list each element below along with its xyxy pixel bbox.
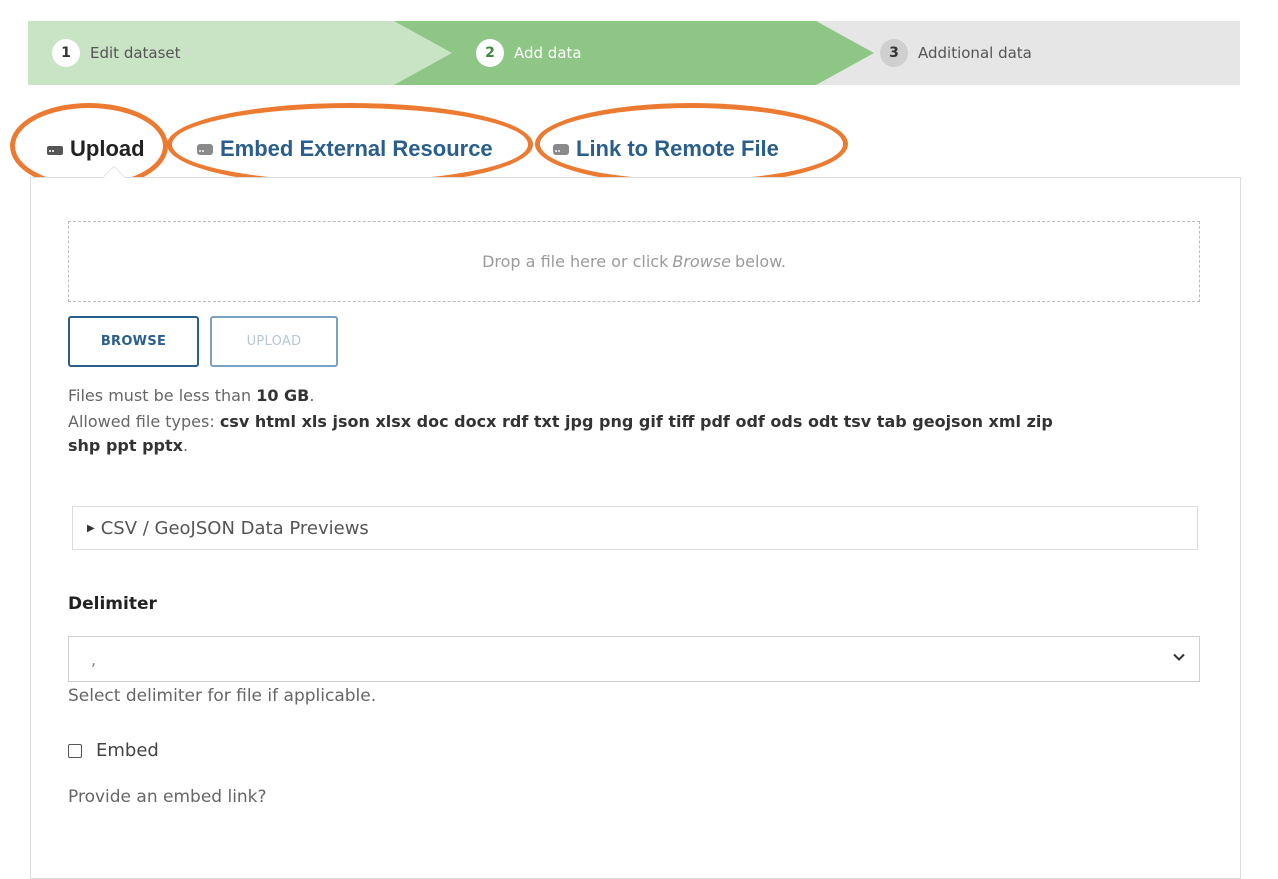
step-wizard: 1 Edit dataset 2 Add data 3 Additional d…	[28, 21, 1240, 85]
chevron-down-icon	[1173, 653, 1185, 661]
embed-hint: Provide an embed link?	[68, 787, 267, 807]
embed-option: Embed	[68, 740, 159, 761]
embed-label: Embed	[96, 740, 159, 761]
types-suffix: .	[182, 436, 189, 455]
file-dropzone[interactable]: Drop a file here or click Browse below.	[68, 221, 1200, 302]
delimiter-label: Delimiter	[68, 594, 157, 614]
size-suffix: .	[309, 386, 315, 405]
step-edit-dataset[interactable]: 1 Edit dataset	[28, 21, 458, 85]
size-prefix: Files must be less than	[68, 386, 252, 405]
size-value: 10 GB	[256, 386, 310, 405]
step-number: 2	[476, 39, 504, 67]
delimiter-select[interactable]: ,	[68, 636, 1200, 682]
delimiter-hint: Select delimiter for file if applicable.	[68, 686, 377, 706]
dropzone-browse-emphasis: Browse	[672, 252, 731, 271]
embed-checkbox[interactable]	[68, 743, 82, 758]
dropzone-text: Drop a file here or click	[482, 252, 669, 271]
annotation-circle-link	[535, 103, 848, 185]
active-tab-caret	[102, 166, 126, 178]
step-number: 1	[52, 39, 80, 67]
step-number: 3	[880, 39, 908, 67]
browse-button[interactable]: BROWSE	[68, 316, 199, 367]
data-previews-toggle[interactable]: ▶ CSV / GeoJSON Data Previews	[72, 506, 1198, 550]
types-prefix: Allowed file types:	[68, 412, 215, 431]
step-add-data[interactable]: 2 Add data	[394, 21, 874, 85]
preview-label: CSV / GeoJSON Data Previews	[100, 517, 369, 539]
annotation-circle-embed	[167, 103, 533, 186]
caret-right-icon: ▶	[87, 522, 95, 534]
step-label: Add data	[514, 44, 582, 62]
step-additional-data[interactable]: 3 Additional data	[850, 21, 1240, 85]
types-list-continued: shp ppt pptx	[68, 436, 183, 455]
file-size-limit: Files must be less than 10 GB.	[68, 384, 314, 408]
allowed-file-types: Allowed file types: csv html xls json xl…	[68, 410, 1208, 458]
dropzone-text-end: below.	[734, 252, 786, 271]
step-label: Edit dataset	[90, 44, 181, 62]
types-list: csv html xls json xlsx doc docx rdf txt …	[219, 412, 1053, 431]
upload-button[interactable]: UPLOAD	[210, 316, 338, 367]
delimiter-value: ,	[91, 649, 97, 669]
step-label: Additional data	[918, 44, 1032, 62]
